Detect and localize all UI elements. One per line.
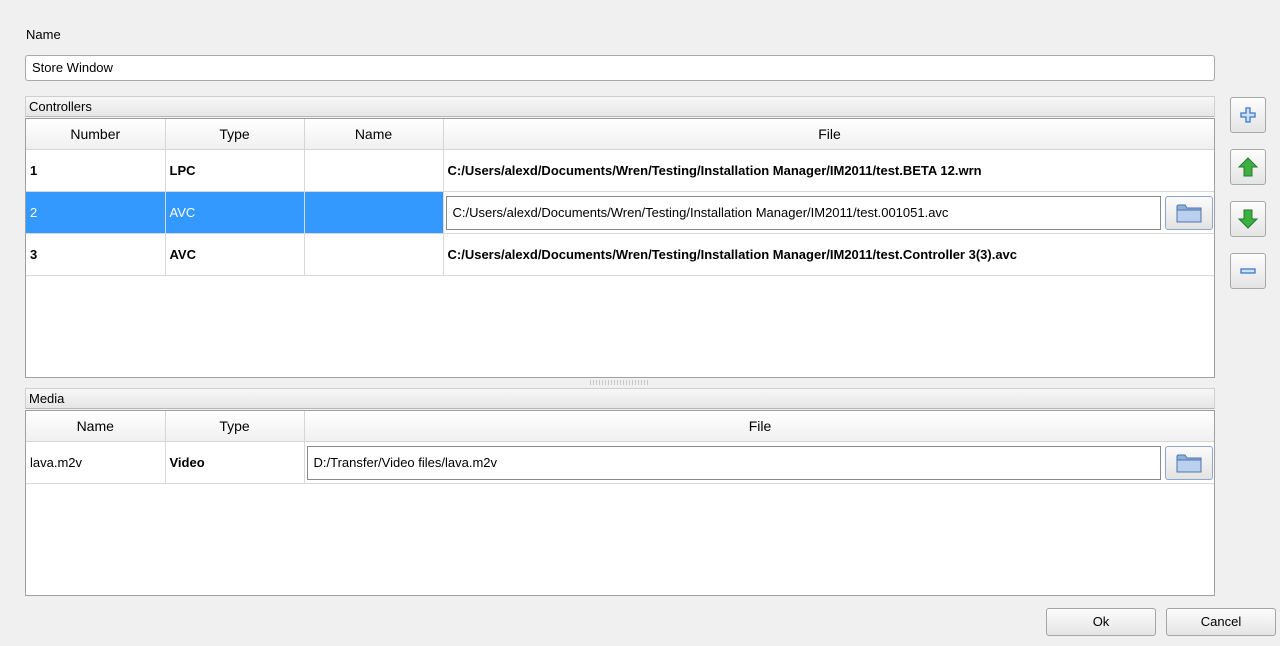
table-row[interactable]: 1 LPC C:/Users/alexd/Documents/Wren/Test…: [26, 149, 1214, 192]
move-down-button[interactable]: [1230, 201, 1266, 237]
arrow-down-icon: [1237, 209, 1259, 229]
add-controller-button[interactable]: [1230, 97, 1266, 133]
cell-name[interactable]: [304, 191, 444, 234]
move-up-button[interactable]: [1230, 149, 1266, 185]
table-row[interactable]: lava.m2v Video D:/Transfer/Video files/l…: [26, 441, 1214, 484]
name-input[interactable]: Store Window: [25, 55, 1215, 81]
controllers-table[interactable]: Number Type Name File 1 LPC C:/Users/ale…: [25, 118, 1215, 378]
cell-type[interactable]: AVC: [165, 233, 305, 276]
media-file-input[interactable]: D:/Transfer/Video files/lava.m2v: [306, 445, 1161, 480]
column-header-file[interactable]: File: [304, 411, 1214, 442]
name-label: Name: [26, 27, 61, 42]
cell-number[interactable]: 2: [26, 191, 166, 234]
cell-number[interactable]: 3: [26, 233, 166, 276]
media-header: Media: [25, 388, 1215, 409]
column-header-type[interactable]: Type: [165, 411, 305, 442]
folder-icon: [1176, 204, 1201, 222]
cell-file-editor: D:/Transfer/Video files/lava.m2v: [304, 441, 1214, 484]
splitter-handle[interactable]: [590, 380, 650, 385]
controllers-header: Controllers: [25, 96, 1215, 117]
column-header-file[interactable]: File: [443, 119, 1214, 150]
cell-type[interactable]: Video: [165, 441, 305, 484]
ok-button[interactable]: Ok: [1046, 608, 1156, 636]
browse-button[interactable]: [1164, 195, 1213, 230]
table-row-selected[interactable]: 2 AVC C:/Users/alexd/Documents/Wren/Test…: [26, 191, 1214, 234]
browse-button[interactable]: [1164, 445, 1213, 480]
cell-type[interactable]: LPC: [165, 149, 305, 192]
media-table[interactable]: Name Type File lava.m2v Video D:/Transfe…: [25, 410, 1215, 596]
cancel-button[interactable]: Cancel: [1166, 608, 1276, 636]
remove-controller-button[interactable]: [1230, 253, 1266, 289]
column-header-name[interactable]: Name: [26, 411, 166, 442]
cell-name[interactable]: [304, 149, 444, 192]
file-path-input[interactable]: C:/Users/alexd/Documents/Wren/Testing/In…: [445, 195, 1161, 230]
cell-type[interactable]: AVC: [165, 191, 305, 234]
cell-file-editor: C:/Users/alexd/Documents/Wren/Testing/In…: [443, 191, 1214, 234]
table-row[interactable]: 3 AVC C:/Users/alexd/Documents/Wren/Test…: [26, 233, 1214, 276]
cell-name[interactable]: [304, 233, 444, 276]
minus-icon: [1240, 268, 1256, 274]
folder-icon: [1176, 454, 1201, 472]
arrow-up-icon: [1237, 157, 1259, 177]
cell-name[interactable]: lava.m2v: [26, 441, 166, 484]
column-header-number[interactable]: Number: [26, 119, 166, 150]
plus-icon: [1240, 107, 1256, 123]
cell-file[interactable]: C:/Users/alexd/Documents/Wren/Testing/In…: [443, 233, 1214, 276]
cell-number[interactable]: 1: [26, 149, 166, 192]
column-header-type[interactable]: Type: [165, 119, 305, 150]
controllers-header-row: Number Type Name File: [26, 119, 1214, 150]
column-header-name[interactable]: Name: [304, 119, 444, 150]
media-header-row: Name Type File: [26, 411, 1214, 442]
cell-file[interactable]: C:/Users/alexd/Documents/Wren/Testing/In…: [443, 149, 1214, 192]
